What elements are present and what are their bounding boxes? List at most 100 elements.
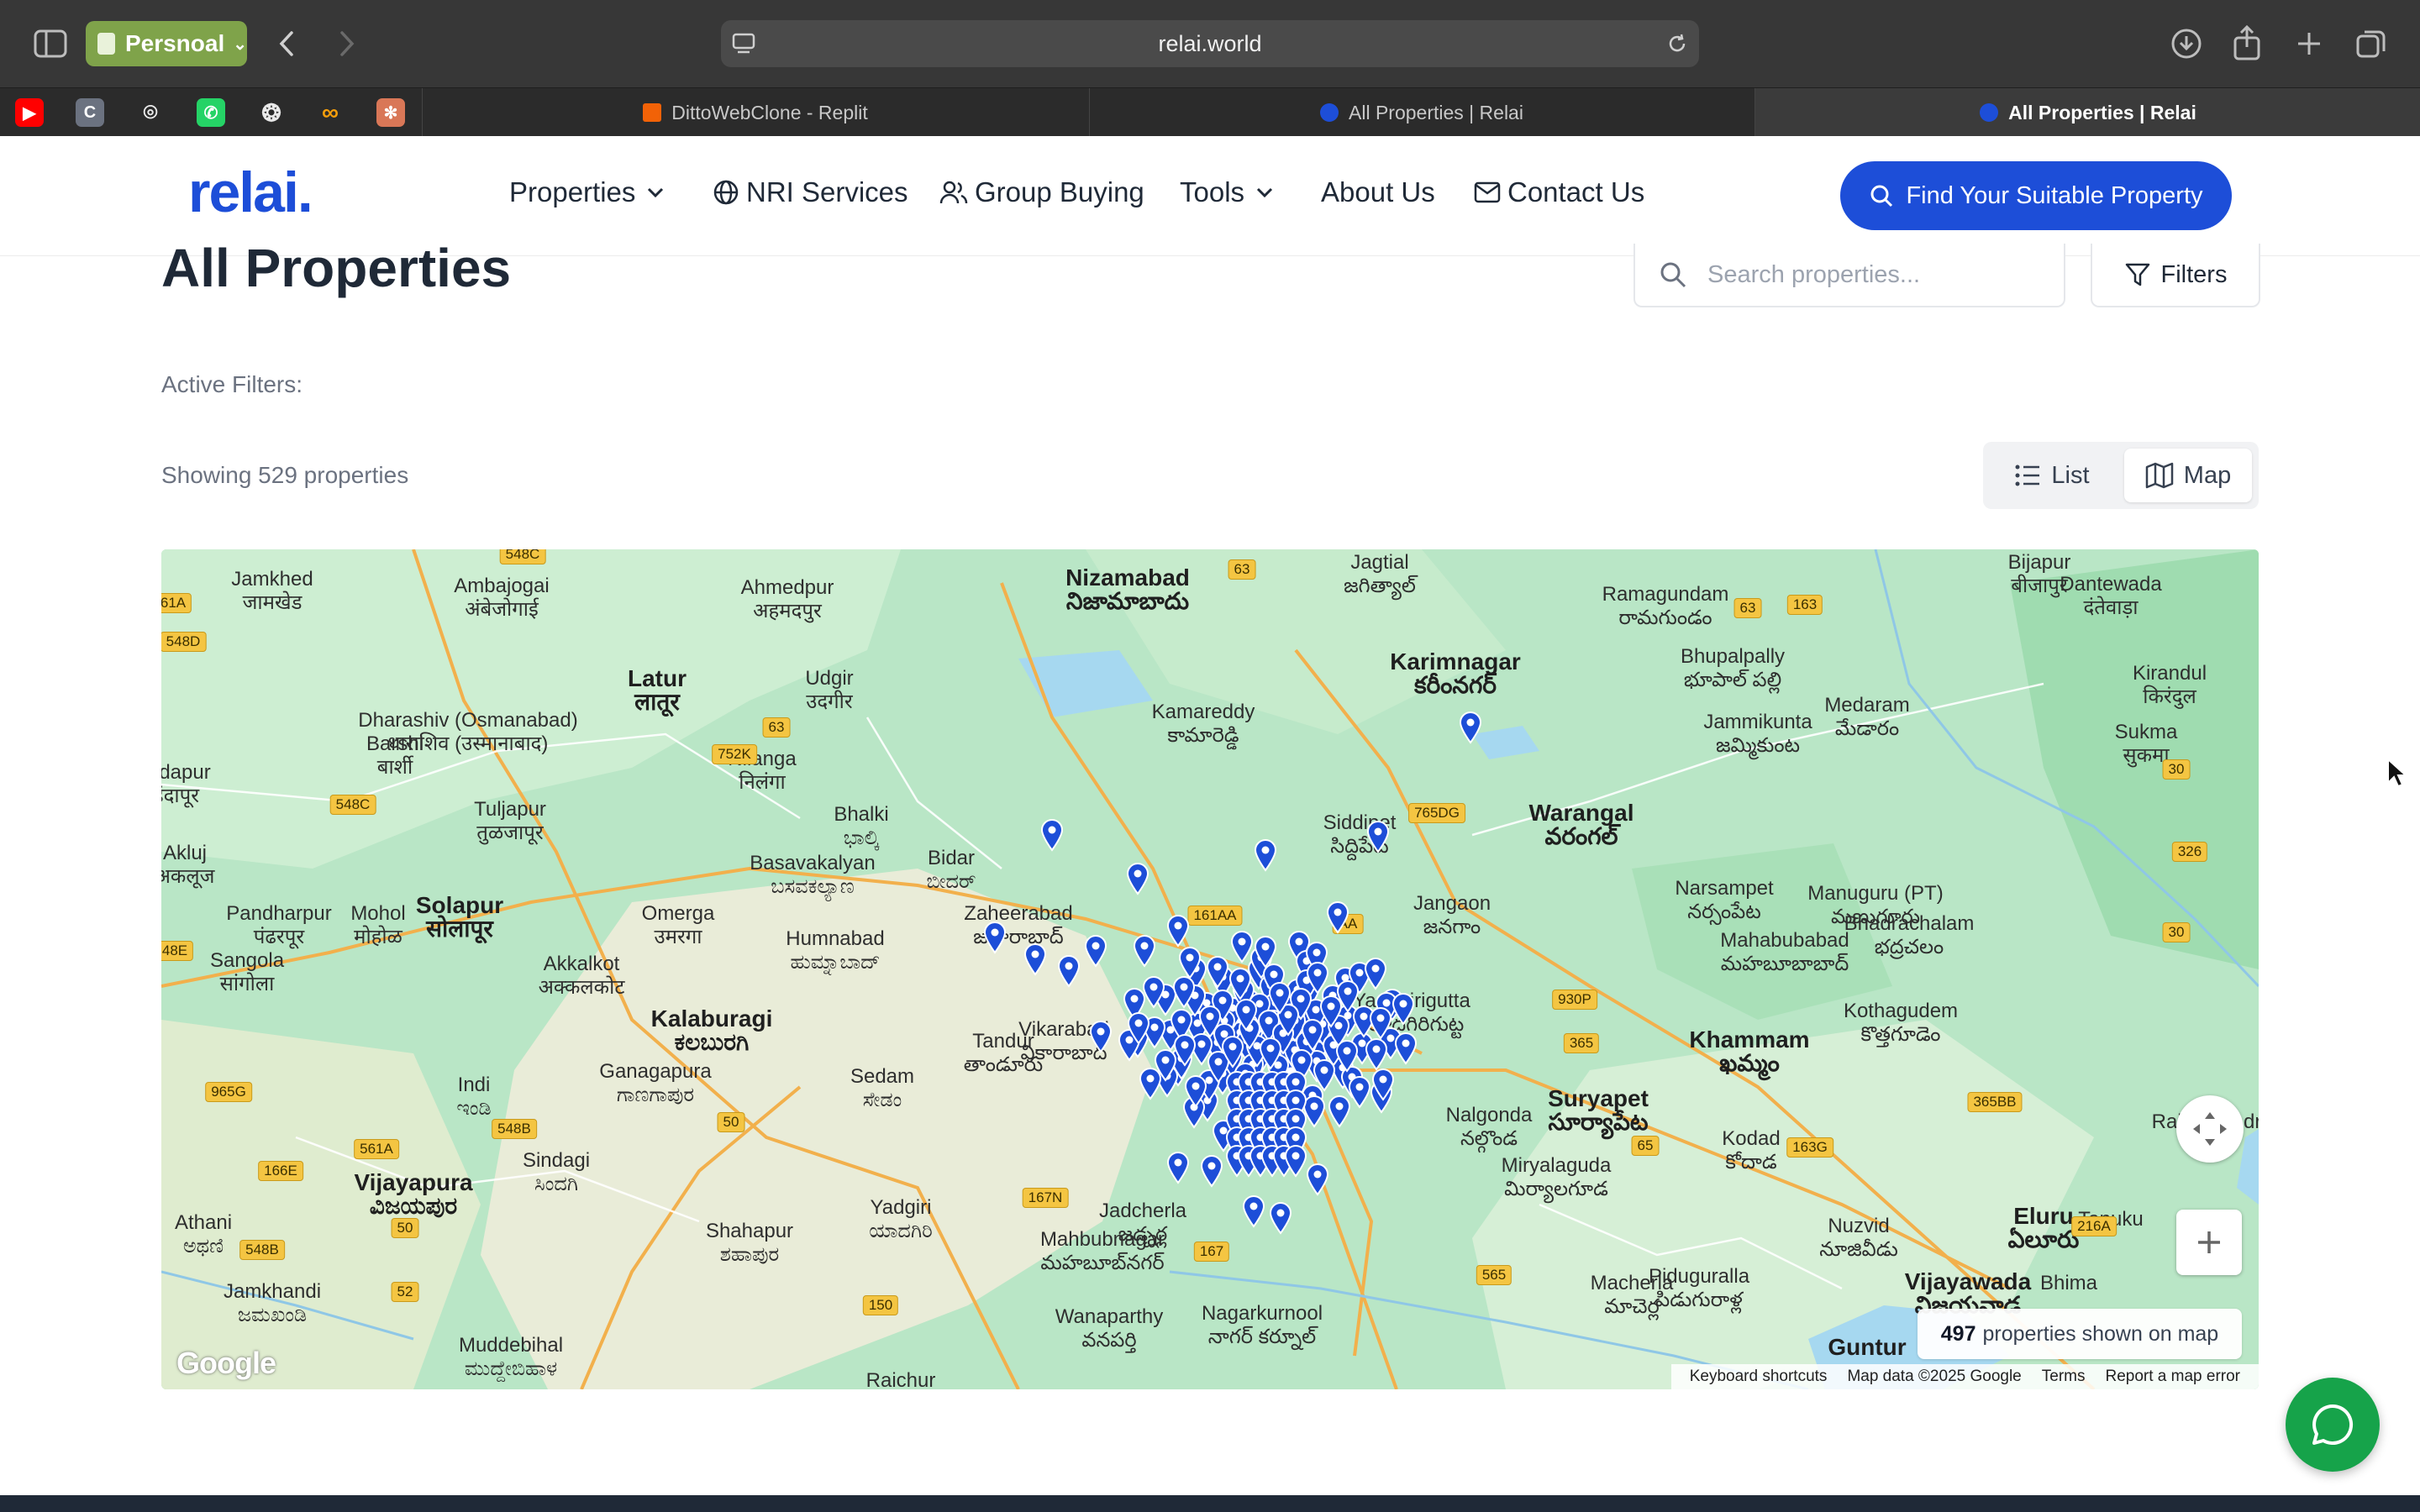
property-pin-icon[interactable] <box>1039 818 1065 852</box>
city-name: Indapur <box>161 761 211 784</box>
c-icon[interactable]: C <box>76 98 104 127</box>
share-icon[interactable] <box>2230 24 2264 62</box>
property-pin-icon[interactable] <box>1258 1037 1283 1070</box>
property-pin-icon[interactable] <box>1305 1163 1330 1196</box>
chat-button[interactable] <box>2286 1378 2380 1472</box>
nav-properties[interactable]: Properties <box>509 176 672 208</box>
fullscreen-icon[interactable] <box>2176 1095 2244 1163</box>
reload-icon[interactable] <box>1665 32 1689 55</box>
property-pin-icon[interactable] <box>1364 1037 1389 1072</box>
city-local-name: इंदापूर <box>161 785 200 807</box>
property-pin-icon[interactable] <box>1199 1154 1224 1188</box>
whatsapp-icon[interactable]: ✆ <box>197 98 225 127</box>
property-pin-icon[interactable] <box>1347 1075 1372 1109</box>
map-city-label: Humnabad ಹುಮ್ನಾಬಾದ್ <box>786 927 884 974</box>
map-city-label: Kirandul किरंदुल <box>2133 662 2207 709</box>
claude-icon[interactable]: ✻ <box>376 98 405 127</box>
nav-about-us[interactable]: About Us <box>1321 176 1435 208</box>
property-pin-icon[interactable] <box>1171 975 1197 1009</box>
profile-button[interactable]: Persnoal ⌄ <box>86 21 247 66</box>
city-local-name: तुळजापूर <box>476 822 544 844</box>
property-pin-icon[interactable] <box>1253 935 1278 969</box>
zoom-in-icon[interactable] <box>2176 1210 2242 1275</box>
view-toggle: List Map <box>1983 442 2259 509</box>
property-pin-icon[interactable] <box>1241 1194 1266 1228</box>
property-pin-icon[interactable] <box>1365 820 1391 853</box>
map-city-label: Dharashiv (Osmanabad) धाराशिव (उस्मानाबाद… <box>358 709 577 756</box>
property-pin-icon[interactable] <box>1023 942 1048 976</box>
property-pin-icon[interactable] <box>1125 862 1150 895</box>
property-pin-icon[interactable] <box>1165 1151 1191 1184</box>
property-pin-icon[interactable] <box>1234 998 1259 1032</box>
property-pin-icon[interactable] <box>1368 1006 1393 1040</box>
tab-dittowebclone[interactable]: DittoWebClone - Replit <box>422 88 1088 137</box>
property-pin-icon[interactable] <box>1267 981 1292 1015</box>
report-error-link[interactable]: Report a map error <box>2105 1368 2240 1386</box>
property-pin-icon[interactable] <box>1334 1039 1360 1073</box>
find-property-button[interactable]: Find Your Suitable Property <box>1840 161 2232 230</box>
infinity-icon[interactable]: ∞ <box>316 98 345 127</box>
map-view-button[interactable]: Map <box>2124 449 2252 502</box>
property-pin-icon[interactable] <box>1183 1074 1208 1109</box>
property-pin-icon[interactable] <box>1056 954 1081 988</box>
city-name: Vijayapura <box>354 1169 473 1195</box>
nav-nri-services[interactable]: NRI Services <box>713 176 908 208</box>
city-local-name: సూర్యాపేట <box>1548 1109 1649 1135</box>
property-pin-icon[interactable] <box>1228 967 1253 1000</box>
property-pin-icon[interactable] <box>1458 711 1483 744</box>
address-bar[interactable]: relai.world <box>721 20 1699 67</box>
github-icon[interactable]: ⌾ <box>136 98 165 127</box>
property-pin-icon[interactable] <box>1205 955 1230 989</box>
nav-contact-us[interactable]: Contact Us <box>1474 176 1644 208</box>
map-city-label: Sangola सांगोला <box>210 949 284 996</box>
property-pin-icon[interactable] <box>1141 975 1166 1009</box>
openai-icon[interactable]: ❂ <box>257 98 286 127</box>
new-tab-icon[interactable] <box>2292 27 2326 60</box>
property-pin-icon[interactable] <box>1283 1144 1308 1178</box>
map-data-label: Map data ©2025 Google <box>1847 1368 2022 1385</box>
tab-all-properties-active[interactable]: All Properties | Relai <box>1754 88 2420 137</box>
youtube-icon[interactable]: ▶ <box>15 98 44 127</box>
relai-logo[interactable]: relai. <box>188 160 313 225</box>
keyboard-shortcuts-link[interactable]: Keyboard shortcuts <box>1690 1368 1828 1386</box>
map-city-label: Bhadrachalam భద్రచలం <box>1844 912 1975 959</box>
property-pin-icon[interactable] <box>1088 1020 1113 1053</box>
list-view-button[interactable]: List <box>1990 449 2114 502</box>
tab-overview-icon[interactable] <box>2353 25 2390 62</box>
property-pin-icon[interactable] <box>1370 1068 1396 1102</box>
property-pin-icon[interactable] <box>1305 961 1330 995</box>
city-local-name: ಮುದ್ದೇಬಿಹಾಳ <box>464 1357 558 1380</box>
property-pin-icon[interactable] <box>1363 957 1388 990</box>
property-pin-icon[interactable] <box>1172 1033 1197 1068</box>
search-input[interactable]: Search properties... <box>1634 244 2065 307</box>
map-city-label: Jammikunta జమ్మికుంట <box>1703 711 1812 758</box>
property-pin-icon[interactable] <box>1325 900 1350 934</box>
property-pin-icon[interactable] <box>1132 934 1157 968</box>
property-pin-icon[interactable] <box>1177 946 1202 979</box>
property-pin-icon[interactable] <box>1083 934 1108 968</box>
map-city-label: Piduguralla పిడుగురాళ్ల <box>1649 1265 1749 1312</box>
map-city-label: Mahabubabad మహబూబాబాద్ <box>1720 929 1849 976</box>
property-pin-icon[interactable] <box>1197 1005 1223 1038</box>
terms-link[interactable]: Terms <box>2042 1368 2086 1386</box>
downloads-icon[interactable] <box>2168 25 2205 62</box>
filters-button[interactable]: Filters <box>2091 244 2260 307</box>
property-pin-icon[interactable] <box>1268 1201 1293 1235</box>
property-pin-icon[interactable] <box>1391 992 1416 1026</box>
property-pin-icon[interactable] <box>1165 914 1191 948</box>
road-shield: 548B <box>239 1240 285 1260</box>
property-pin-icon[interactable] <box>982 921 1007 954</box>
tab-all-properties[interactable]: All Properties | Relai <box>1089 88 1754 137</box>
property-pin-icon[interactable] <box>1253 838 1278 872</box>
nav-group-buying[interactable]: Group Buying <box>939 176 1144 208</box>
forward-icon[interactable] <box>334 25 360 62</box>
city-name: Athani <box>174 1211 233 1234</box>
property-pin-icon[interactable] <box>1318 995 1344 1028</box>
back-icon[interactable] <box>274 25 299 62</box>
sidebar-toggle-icon[interactable] <box>32 27 69 60</box>
property-map[interactable]: Nizamabad నిజామాబాదు Karimnagar కరీంనగర్ War… <box>161 549 2259 1389</box>
nav-tools[interactable]: Tools <box>1180 176 1281 208</box>
page-settings-icon[interactable] <box>731 32 756 55</box>
property-pin-icon[interactable] <box>1126 1011 1151 1046</box>
property-pin-icon[interactable] <box>1393 1032 1418 1065</box>
